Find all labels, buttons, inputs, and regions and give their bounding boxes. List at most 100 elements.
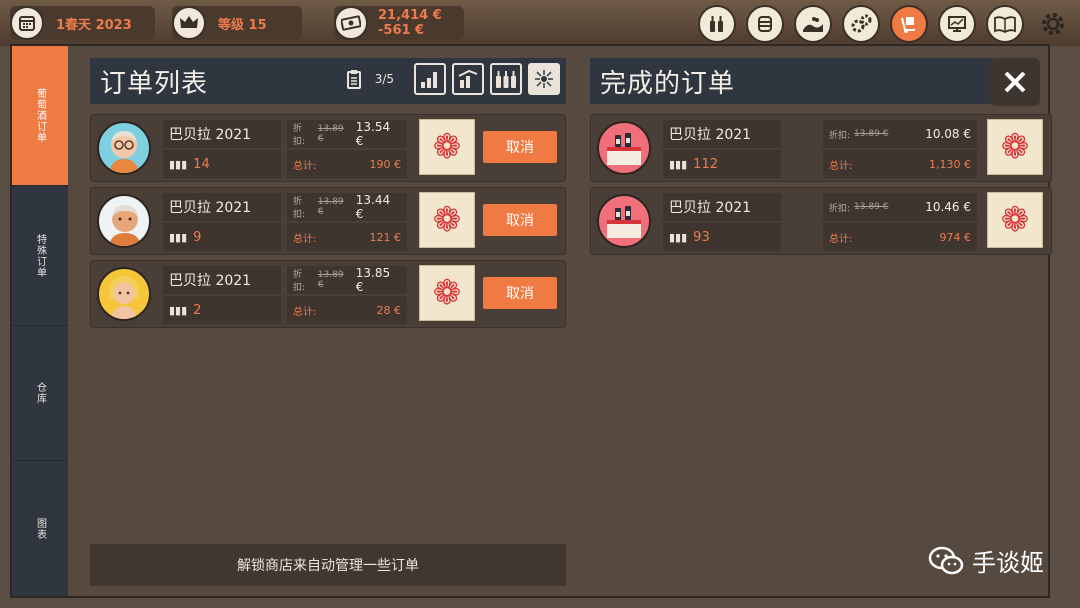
customer-avatar bbox=[97, 121, 151, 175]
quantity-value: 112 bbox=[693, 156, 718, 172]
old-price: 13.89 € bbox=[317, 270, 344, 290]
close-button[interactable] bbox=[990, 58, 1040, 106]
date-display: 1春天 2023 bbox=[10, 6, 155, 40]
wine-quantity: ▮▮▮ 9 bbox=[163, 223, 281, 251]
wine-label-flower-icon: ❁ bbox=[419, 192, 475, 248]
discount-label: 折扣: bbox=[293, 197, 306, 220]
watermark: 手谈姬 bbox=[928, 543, 1044, 578]
filter-flower-icon[interactable] bbox=[528, 63, 560, 95]
tab-special-orders[interactable]: 特殊订单 bbox=[12, 186, 68, 326]
wine-name: 巴贝拉 2021 bbox=[163, 120, 281, 148]
orders-panel: 葡萄酒订单 特殊订单 仓库 图表 订单列表 3/5 巴贝拉 2021 ▮▮▮ 1… bbox=[10, 44, 1052, 598]
quantity-value: 9 bbox=[193, 229, 202, 245]
wine-quantity: ▮▮▮ 112 bbox=[663, 150, 781, 178]
new-price: 13.85 € bbox=[355, 266, 391, 294]
total-label: 总计: bbox=[829, 233, 853, 245]
side-tabs: 葡萄酒订单 特殊订单 仓库 图表 bbox=[12, 46, 68, 596]
watermark-text: 手谈姬 bbox=[972, 549, 1044, 577]
sort-by-quantity-icon[interactable] bbox=[414, 63, 446, 95]
vineyard-icon[interactable] bbox=[794, 5, 832, 43]
bottles-icon[interactable] bbox=[698, 5, 736, 43]
balance-text: 21,414 € bbox=[378, 8, 442, 23]
wechat-icon bbox=[928, 546, 964, 574]
bottles-icon: ▮▮▮ bbox=[169, 157, 188, 171]
old-price: 13.89 € bbox=[854, 129, 889, 139]
total-label: 总计: bbox=[293, 160, 317, 172]
total-value: 28 € bbox=[376, 303, 402, 317]
settings-icon[interactable] bbox=[1034, 5, 1072, 43]
order-count: 3/5 bbox=[346, 69, 394, 89]
money-icon bbox=[334, 6, 368, 40]
discount-row: 折扣: 13.89 € 13.44 € bbox=[287, 193, 407, 221]
sort-by-price-icon[interactable] bbox=[452, 63, 484, 95]
shop-avatar bbox=[597, 121, 651, 175]
tab-wine-orders[interactable]: 葡萄酒订单 bbox=[12, 46, 68, 186]
quantity-value: 14 bbox=[193, 156, 210, 172]
wine-label-flower-icon: ❁ bbox=[419, 119, 475, 175]
wine-name: 巴贝拉 2021 bbox=[663, 120, 781, 148]
discount-label: 折扣: bbox=[293, 124, 306, 147]
wine-name: 巴贝拉 2021 bbox=[663, 193, 781, 221]
wine-label-flower-icon: ❁ bbox=[987, 119, 1043, 175]
tab-label: 特殊订单 bbox=[34, 233, 46, 278]
completed-orders-title: 完成的订单 bbox=[600, 68, 736, 99]
old-price: 13.89 € bbox=[317, 197, 344, 217]
book-icon[interactable] bbox=[986, 5, 1024, 43]
total-value: 974 € bbox=[939, 230, 972, 244]
order-card: 巴贝拉 2021 ▮▮▮ 2 折扣: 13.89 € 13.85 € 总计: 2… bbox=[90, 260, 566, 328]
cancel-order-button[interactable]: 取消 bbox=[483, 277, 557, 309]
delivery-icon[interactable] bbox=[890, 5, 928, 43]
discount-row: 折扣: 13.89 € 13.85 € bbox=[287, 266, 407, 294]
order-card: 巴贝拉 2021 ▮▮▮ 9 折扣: 13.89 € 13.44 € 总计: 1… bbox=[90, 187, 566, 255]
gears-icon[interactable] bbox=[842, 5, 880, 43]
wine-quantity: ▮▮▮ 93 bbox=[663, 223, 781, 251]
calendar-icon bbox=[10, 6, 44, 40]
barrel-icon[interactable] bbox=[746, 5, 784, 43]
total-row: 总计: 190 € bbox=[287, 150, 407, 178]
completed-order-card: 巴贝拉 2021 ▮▮▮ 93 折扣: 13.89 € 10.46 € 总计: … bbox=[590, 187, 1052, 255]
total-row: 总计: 974 € bbox=[823, 223, 977, 251]
quantity-value: 2 bbox=[193, 302, 202, 318]
total-value: 190 € bbox=[369, 157, 402, 171]
wine-quantity: ▮▮▮ 2 bbox=[163, 296, 281, 324]
tab-label: 图表 bbox=[34, 517, 46, 540]
total-label: 总计: bbox=[829, 160, 853, 172]
unlock-shop-button[interactable]: 解锁商店来自动管理一些订单 bbox=[90, 544, 566, 586]
discount-label: 折扣: bbox=[829, 203, 851, 214]
date-text: 1春天 2023 bbox=[56, 17, 132, 33]
new-price: 10.08 € bbox=[925, 127, 971, 141]
discount-label: 折扣: bbox=[829, 130, 851, 141]
total-value: 1,130 € bbox=[929, 157, 971, 171]
total-value: 121 € bbox=[369, 230, 402, 244]
wine-name: 巴贝拉 2021 bbox=[163, 193, 281, 221]
old-price: 13.89 € bbox=[854, 202, 889, 212]
close-icon bbox=[1004, 71, 1026, 93]
main-toolbar bbox=[698, 5, 1072, 43]
bottles-icon: ▮▮▮ bbox=[669, 230, 688, 244]
discount-label: 折扣: bbox=[293, 270, 306, 293]
wine-label-flower-icon: ❁ bbox=[987, 192, 1043, 248]
money-display: 21,414 € -561 € bbox=[334, 6, 464, 40]
wine-quantity: ▮▮▮ 14 bbox=[163, 150, 281, 178]
old-price: 13.89 € bbox=[317, 124, 344, 144]
quantity-value: 93 bbox=[693, 229, 710, 245]
new-price: 13.44 € bbox=[355, 193, 391, 221]
customer-avatar bbox=[97, 267, 151, 321]
wine-name: 巴贝拉 2021 bbox=[163, 266, 281, 294]
cancel-order-button[interactable]: 取消 bbox=[483, 131, 557, 163]
cancel-order-button[interactable]: 取消 bbox=[483, 204, 557, 236]
order-list-header: 订单列表 3/5 bbox=[90, 58, 566, 104]
order-card: 巴贝拉 2021 ▮▮▮ 14 折扣: 13.89 € 13.54 € 总计: … bbox=[90, 114, 566, 182]
tab-warehouse[interactable]: 仓库 bbox=[12, 326, 68, 461]
total-row: 总计: 1,130 € bbox=[823, 150, 977, 178]
order-count-text: 3/5 bbox=[374, 72, 394, 86]
tab-charts[interactable]: 图表 bbox=[12, 461, 68, 596]
customer-avatar bbox=[97, 194, 151, 248]
order-list-title: 订单列表 bbox=[100, 68, 209, 99]
sort-by-wine-icon[interactable] bbox=[490, 63, 522, 95]
monitor-chart-icon[interactable] bbox=[938, 5, 976, 43]
tab-label: 仓库 bbox=[34, 382, 46, 404]
level-text: 等级 15 bbox=[218, 17, 267, 33]
bottles-icon: ▮▮▮ bbox=[169, 230, 188, 244]
total-label: 总计: bbox=[293, 233, 317, 245]
